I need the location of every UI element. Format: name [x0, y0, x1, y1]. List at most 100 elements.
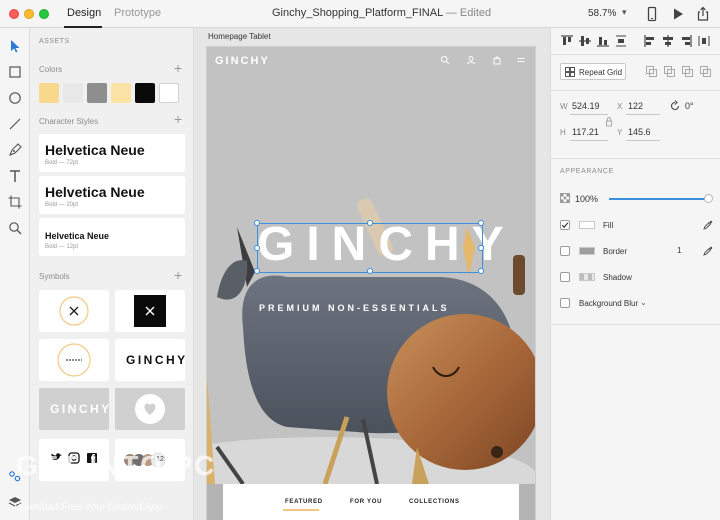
- fill-color-swatch[interactable]: [579, 221, 595, 229]
- fill-checkbox[interactable]: [560, 220, 570, 230]
- opacity-slider[interactable]: [609, 198, 709, 200]
- color-swatch[interactable]: [87, 83, 107, 103]
- resize-handle[interactable]: [367, 220, 373, 226]
- tab-featured[interactable]: FEATURED: [285, 499, 323, 505]
- pen-tool-icon[interactable]: [7, 142, 23, 158]
- symbol-wordmark[interactable]: GINCHY: [115, 339, 185, 381]
- selection-box[interactable]: [254, 220, 484, 274]
- color-swatch[interactable]: [159, 83, 179, 103]
- artboard-label[interactable]: Homepage Tablet: [208, 32, 271, 41]
- resize-handle[interactable]: [478, 268, 484, 274]
- search-icon[interactable]: [440, 55, 450, 65]
- canvas[interactable]: Homepage Tablet GINCHY GINCHY PREMIUM NO…: [194, 28, 550, 520]
- repeat-grid-button[interactable]: Repeat Grid: [560, 63, 626, 80]
- distribute-horizontal-icon[interactable]: [697, 34, 711, 48]
- symbol-close-square[interactable]: [115, 290, 185, 332]
- color-swatch[interactable]: [63, 83, 83, 103]
- border-color-swatch[interactable]: [579, 247, 595, 255]
- assets-tool-icon[interactable]: [7, 468, 23, 484]
- distribute-vertical-icon[interactable]: [614, 34, 628, 48]
- y-field[interactable]: 145.6: [628, 127, 651, 137]
- add-character-style-icon[interactable]: +: [174, 112, 182, 126]
- chevron-down-icon[interactable]: ⌄: [640, 298, 647, 307]
- close-circle-icon: [59, 296, 89, 326]
- align-bottom-icon[interactable]: [596, 34, 610, 48]
- color-swatch[interactable]: [111, 83, 131, 103]
- menu-icon[interactable]: [516, 55, 526, 65]
- symbol-avatar-group[interactable]: +12: [115, 439, 185, 481]
- symbol-badge-circle[interactable]: [39, 339, 109, 381]
- zoom-tool-icon[interactable]: [7, 220, 23, 236]
- tab-collections[interactable]: COLLECTIONS: [409, 499, 460, 505]
- height-field[interactable]: 117.21: [572, 127, 599, 137]
- color-swatch[interactable]: [135, 83, 155, 103]
- add-color-icon[interactable]: +: [174, 61, 182, 75]
- twitter-icon: [51, 453, 62, 460]
- close-window-button[interactable]: [9, 9, 19, 19]
- character-style-card[interactable]: Helvetica Neue Bold — 72pt: [39, 134, 185, 172]
- resize-handle[interactable]: [478, 220, 484, 226]
- color-swatch[interactable]: [39, 83, 59, 103]
- nav-logo[interactable]: GINCHY: [215, 55, 270, 67]
- background-blur-label[interactable]: Background Blur: [579, 299, 638, 308]
- share-icon[interactable]: [695, 6, 711, 22]
- rectangle-tool-icon[interactable]: [7, 64, 23, 80]
- shadow-color-swatch[interactable]: [579, 273, 595, 281]
- symbol-close-circle[interactable]: [39, 290, 109, 332]
- shadow-checkbox[interactable]: [560, 272, 570, 282]
- opacity-value[interactable]: 100%: [575, 194, 598, 204]
- resize-handle[interactable]: [254, 245, 260, 251]
- hero-subtitle[interactable]: PREMIUM NON-ESSENTIALS: [259, 303, 450, 313]
- add-symbol-icon[interactable]: +: [174, 268, 182, 282]
- opacity-slider-handle[interactable]: [704, 194, 713, 203]
- maximize-window-button[interactable]: [39, 9, 49, 19]
- lock-aspect-icon[interactable]: [605, 116, 613, 128]
- character-style-name: Helvetica Neue: [45, 184, 145, 200]
- cart-icon[interactable]: [492, 55, 502, 65]
- align-top-icon[interactable]: [560, 34, 574, 48]
- resize-handle[interactable]: [367, 268, 373, 274]
- eyedropper-icon[interactable]: [703, 246, 713, 256]
- symbol-wordmark-grey[interactable]: GINCHY: [39, 388, 109, 430]
- resize-handle[interactable]: [254, 268, 260, 274]
- border-width-field[interactable]: 1: [677, 246, 681, 255]
- xd-window: Design Prototype Ginchy_Shopping_Platfor…: [0, 0, 720, 520]
- minimize-window-button[interactable]: [24, 9, 34, 19]
- align-middle-icon[interactable]: [578, 34, 592, 48]
- symbol-heart-circle[interactable]: [115, 388, 185, 430]
- property-inspector: Repeat Grid W 524.19 X 122 0° H 117.21 Y…: [550, 28, 720, 520]
- tab-design[interactable]: Design: [67, 7, 101, 19]
- tab-prototype[interactable]: Prototype: [114, 7, 161, 19]
- character-style-card[interactable]: Helvetica Neue Bold — 20pt: [39, 176, 185, 214]
- align-right-icon[interactable]: [679, 34, 693, 48]
- user-icon[interactable]: [466, 55, 476, 65]
- select-tool-icon[interactable]: [7, 38, 23, 54]
- x-field[interactable]: 122: [628, 101, 643, 111]
- character-style-card[interactable]: Helvetica Neue Bold — 12pt: [39, 218, 185, 256]
- text-tool-icon[interactable]: [7, 168, 23, 184]
- align-left-icon[interactable]: [643, 34, 657, 48]
- tab-for-you[interactable]: FOR YOU: [350, 499, 382, 505]
- play-preview-icon[interactable]: [670, 6, 686, 22]
- layers-tool-icon[interactable]: [7, 494, 23, 510]
- eyedropper-icon[interactable]: [703, 220, 713, 230]
- symbol-social-icons[interactable]: [39, 439, 109, 481]
- align-center-icon[interactable]: [661, 34, 675, 48]
- rotation-icon: [670, 100, 680, 111]
- resize-handle[interactable]: [254, 220, 260, 226]
- opacity-icon: [560, 193, 570, 203]
- background-blur-checkbox[interactable]: [560, 298, 570, 308]
- rotation-field[interactable]: 0°: [685, 101, 694, 111]
- social-icons-row: [51, 452, 97, 464]
- artboard-tool-icon[interactable]: [7, 194, 23, 210]
- ellipse-tool-icon[interactable]: [7, 90, 23, 106]
- boolean-operations-icons[interactable]: [646, 66, 712, 78]
- zoom-dropdown-icon[interactable]: ▾: [622, 7, 627, 18]
- device-preview-icon[interactable]: [644, 6, 660, 22]
- border-checkbox[interactable]: [560, 246, 570, 256]
- resize-handle[interactable]: [478, 245, 484, 251]
- artboard-homepage-tablet[interactable]: GINCHY GINCHY PREMIUM NON-ESSENTIALS FEA…: [207, 47, 535, 520]
- zoom-level[interactable]: 58.7%: [588, 8, 616, 19]
- line-tool-icon[interactable]: [7, 116, 23, 132]
- width-field[interactable]: 524.19: [572, 101, 600, 111]
